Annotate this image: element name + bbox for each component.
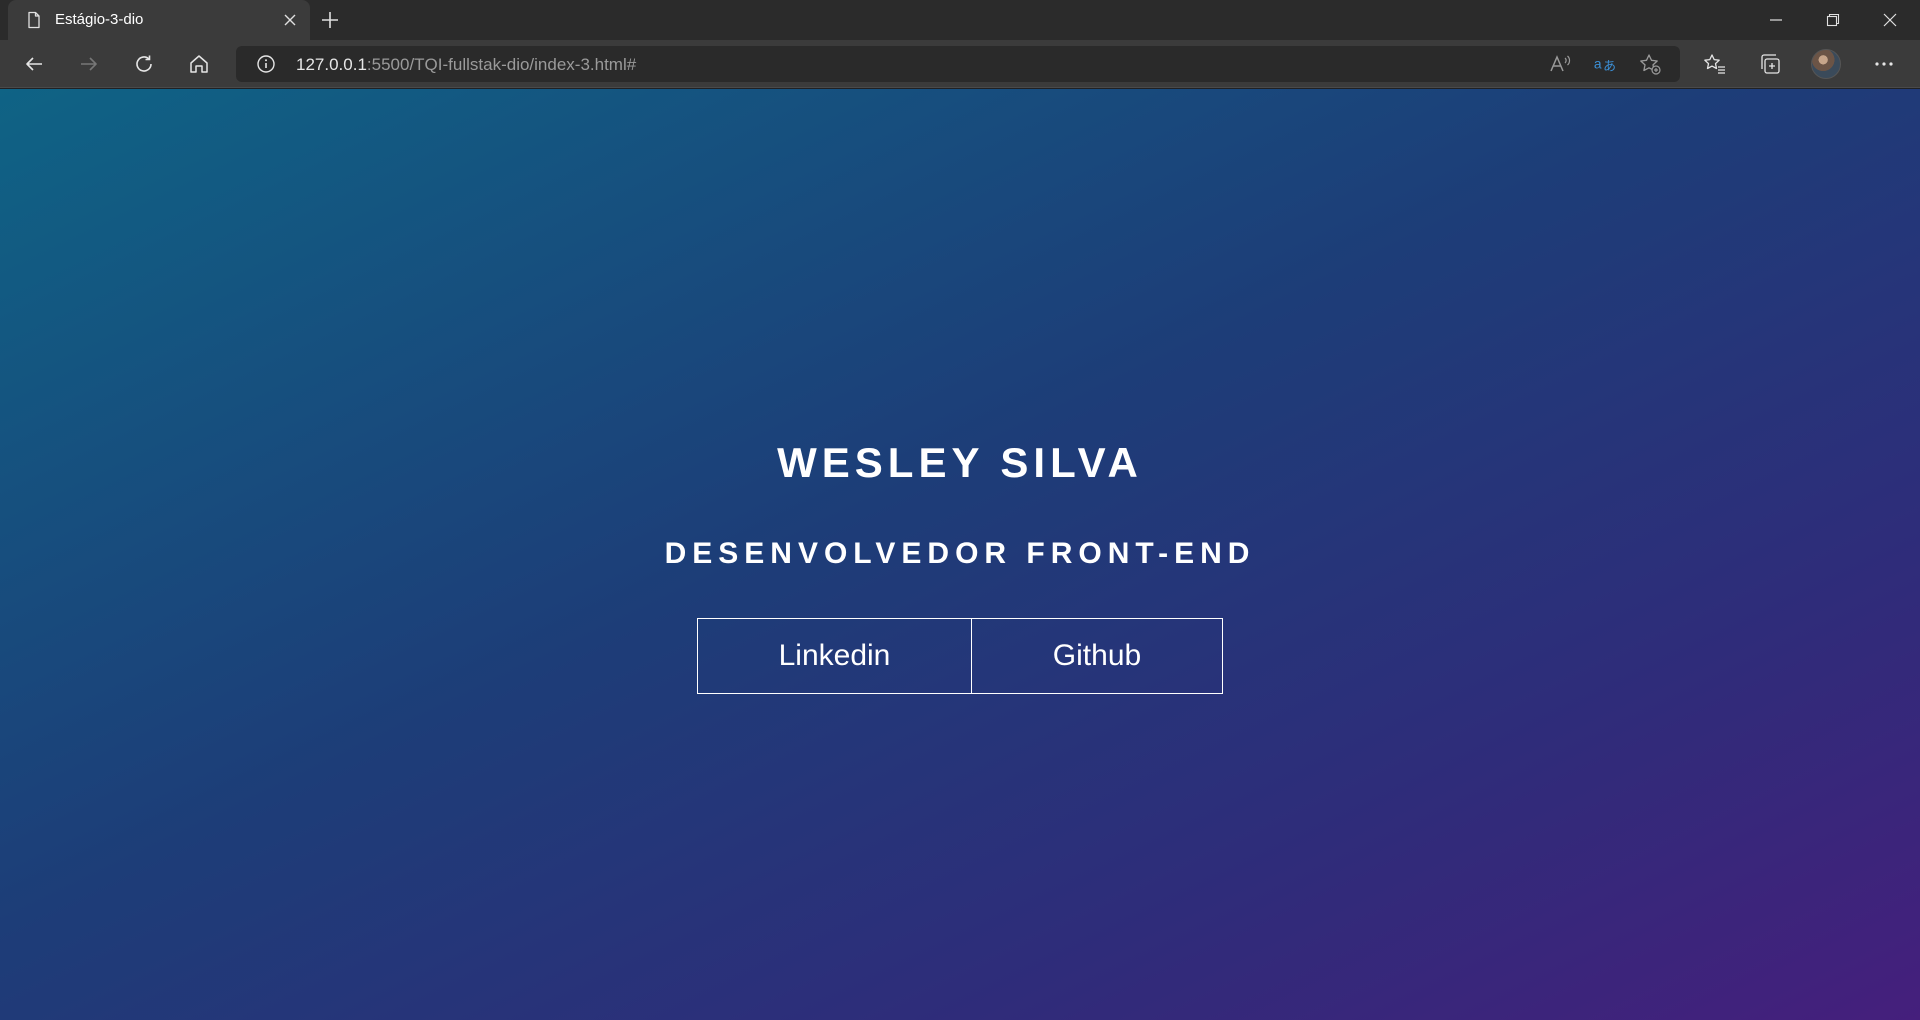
reload-icon[interactable] xyxy=(128,48,160,80)
svg-text:a: a xyxy=(1594,56,1602,72)
hero-name: WESLEY SILVA xyxy=(777,439,1143,486)
address-bar[interactable]: 127.0.0.1:5500/TQI-fullstak-dio/index-3.… xyxy=(236,46,1680,82)
info-icon[interactable] xyxy=(256,54,276,74)
hero-role: DESENVOLVEDOR FRONT-END xyxy=(664,537,1256,570)
page-file-icon xyxy=(24,10,44,30)
translate-icon[interactable]: aあ xyxy=(1593,52,1617,76)
tab-title: Estágio-3-dio xyxy=(55,11,144,28)
page-viewport: WESLEY SILVA DESENVOLVEDOR FRONT-END Lin… xyxy=(0,89,1920,1020)
forward-icon[interactable] xyxy=(73,48,105,80)
add-favorite-icon[interactable] xyxy=(1638,52,1662,76)
url-text[interactable]: 127.0.0.1:5500/TQI-fullstak-dio/index-3.… xyxy=(296,55,636,75)
svg-text:あ: あ xyxy=(1603,58,1616,73)
browser-toolbar: 127.0.0.1:5500/TQI-fullstak-dio/index-3.… xyxy=(0,40,1920,88)
restore-icon[interactable] xyxy=(1805,0,1861,40)
avatar xyxy=(1811,49,1841,79)
back-icon[interactable] xyxy=(18,48,50,80)
home-icon[interactable] xyxy=(183,48,215,80)
read-aloud-icon[interactable] xyxy=(1548,52,1572,76)
social-links: Linkedin Github xyxy=(697,618,1223,694)
browser-tab[interactable]: Estágio-3-dio xyxy=(8,0,310,40)
favorites-icon[interactable] xyxy=(1699,48,1731,80)
url-host: 127.0.0.1 xyxy=(296,55,367,74)
collections-icon[interactable] xyxy=(1754,48,1786,80)
close-tab-icon[interactable] xyxy=(280,10,300,30)
minimize-icon[interactable] xyxy=(1748,0,1804,40)
linkedin-button[interactable]: Linkedin xyxy=(697,618,972,694)
github-button[interactable]: Github xyxy=(972,618,1223,694)
profile-avatar[interactable] xyxy=(1810,48,1842,80)
new-tab-icon[interactable] xyxy=(318,8,342,32)
more-icon[interactable] xyxy=(1868,48,1900,80)
title-bar: Estágio-3-dio xyxy=(0,0,1920,40)
url-path: :5500/TQI-fullstak-dio/index-3.html# xyxy=(366,55,637,74)
close-window-icon[interactable] xyxy=(1862,0,1918,40)
